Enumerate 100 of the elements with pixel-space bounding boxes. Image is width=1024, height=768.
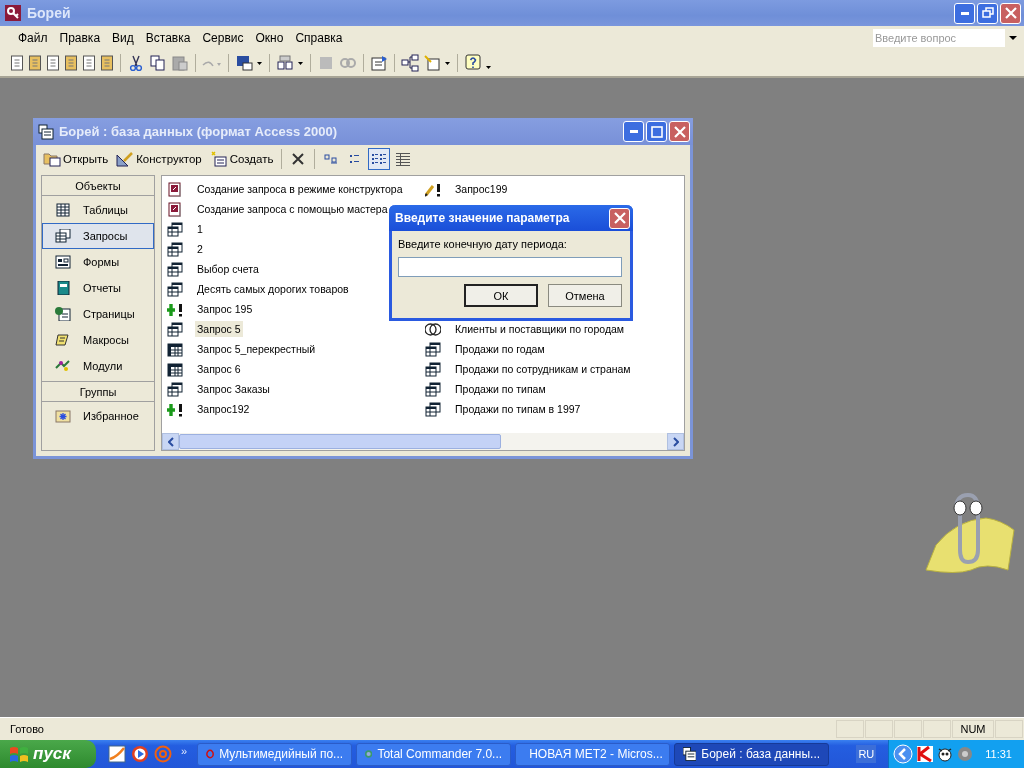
grid-icon (167, 361, 183, 377)
status-text: Готово (9, 723, 45, 735)
object-type-item[interactable]: Страницы (42, 301, 154, 327)
object-type-item[interactable]: Формы (42, 249, 154, 275)
menu-item[interactable]: Правка (53, 31, 107, 45)
create-button[interactable]: Создать (206, 149, 277, 169)
properties-icon[interactable] (370, 54, 388, 72)
query-item[interactable]: Продажи по годам (453, 341, 547, 357)
wizard-icon (167, 201, 183, 217)
menu-item[interactable]: Вид (106, 31, 140, 45)
close-button[interactable] (1000, 2, 1021, 24)
num-lock-indicator: NUM (952, 720, 994, 738)
object-type-item[interactable]: Отчеты (42, 275, 154, 301)
list-view-button[interactable] (368, 148, 391, 170)
database-icon (683, 747, 697, 761)
antivirus-icon[interactable] (917, 746, 934, 762)
section-header: Объекты (42, 176, 154, 196)
toolbar-icon[interactable] (46, 55, 60, 71)
object-type-item[interactable]: Макросы (42, 327, 154, 353)
query-item[interactable]: Создание запроса с помощью мастера (195, 201, 390, 217)
disc-icon (365, 747, 373, 761)
minimize-button[interactable] (623, 121, 644, 142)
query-item[interactable]: Продажи по типам (453, 381, 548, 397)
query-item[interactable]: Запрос Заказы (195, 381, 272, 397)
menu-item[interactable]: Сервис (196, 31, 250, 45)
query-item[interactable]: Клиенты и поставщики по городам (453, 321, 627, 337)
query-item[interactable]: Десять самых дорогих товаров (195, 281, 351, 297)
object-type-item[interactable]: Таблицы (42, 197, 154, 223)
toolbar-icon[interactable] (28, 55, 42, 71)
open-button[interactable]: Открыть (40, 149, 112, 169)
query-item[interactable]: Запрос 5_перекрестный (195, 341, 318, 357)
maximize-icon (650, 125, 663, 138)
wizard-icon (167, 181, 183, 197)
query-item[interactable]: Запрос 5 (195, 321, 243, 337)
dropdown-icon[interactable] (1009, 36, 1017, 40)
query-item[interactable]: Создание запроса в режиме конструктора (195, 181, 405, 197)
star-folder-icon (55, 409, 71, 423)
database-icon (38, 123, 54, 140)
ok-button[interactable]: ОК (464, 284, 538, 307)
menu-item[interactable]: Вставка (139, 31, 197, 45)
toolbar-icon[interactable] (10, 55, 24, 71)
query-item[interactable]: Продажи по типам в 1997 (453, 401, 583, 417)
menu-item[interactable]: Окно (249, 31, 290, 45)
help-icon[interactable] (464, 54, 492, 72)
chevron-icon[interactable] (893, 744, 914, 764)
help-search-field[interactable]: Введите вопрос (873, 29, 1005, 47)
object-type-item[interactable]: Избранное (42, 403, 154, 429)
query-item[interactable]: Запрос 195 (195, 301, 255, 317)
toolbar-icon[interactable] (100, 55, 114, 71)
chart-icon[interactable] (108, 745, 126, 763)
small-icons-icon (350, 155, 361, 163)
query-item[interactable]: Запрос199 (453, 181, 510, 197)
close-button[interactable] (609, 207, 630, 229)
query-item[interactable]: 2 (195, 241, 205, 257)
copy-icon[interactable] (149, 54, 167, 72)
cancel-button[interactable]: Отмена (548, 284, 622, 307)
minimize-icon (960, 11, 969, 15)
start-button[interactable]: пуск (0, 740, 96, 768)
object-type-item[interactable]: Запросы (42, 223, 154, 249)
media-player-icon[interactable] (131, 745, 149, 763)
new-item-icon (209, 151, 228, 167)
query-icon (167, 221, 183, 237)
cow-icon[interactable] (937, 746, 954, 762)
close-button[interactable] (669, 121, 690, 142)
analyze-icon[interactable] (276, 54, 304, 72)
maximize-button[interactable] (646, 121, 667, 142)
query-item[interactable]: Запрос192 (195, 401, 252, 417)
parameter-input[interactable] (398, 257, 622, 277)
office-links-icon[interactable] (235, 54, 263, 72)
toolbar-icon[interactable] (64, 55, 78, 71)
object-type-item[interactable]: Модули (42, 353, 154, 379)
scissors-icon[interactable] (127, 54, 145, 72)
taskbar-button[interactable]: Борей : база данны... (674, 742, 830, 766)
menu-item[interactable]: Справка (289, 31, 349, 45)
ruler-pencil-icon (116, 151, 135, 167)
toolbar-icon[interactable] (82, 55, 96, 71)
new-object-icon[interactable] (423, 54, 451, 72)
menu-item[interactable]: Файл (12, 31, 54, 45)
minimize-button[interactable] (954, 2, 975, 24)
module-icon (55, 359, 71, 373)
taskbar-button[interactable]: НОВАЯ МЕТ2 - Micros... (515, 742, 671, 766)
dialog-title: Введите значение параметра (395, 211, 571, 225)
query-icon (167, 321, 183, 337)
query-item[interactable]: Запрос 6 (195, 361, 243, 377)
query-item[interactable]: Продажи по сотрудникам и странам (453, 361, 633, 377)
query-icon (425, 401, 441, 417)
design-button[interactable]: Конструктор (113, 149, 205, 169)
plus-exclamation-icon (167, 401, 183, 417)
page-icon (55, 307, 71, 321)
taskbar-button[interactable]: Мультимедийный по... (197, 742, 353, 766)
relationships-icon[interactable] (401, 54, 419, 72)
language-indicator[interactable]: RU (856, 745, 877, 763)
restore-button[interactable] (977, 2, 998, 24)
minimize-icon (629, 130, 638, 133)
close-icon (673, 125, 686, 138)
query-item[interactable]: 1 (195, 221, 205, 237)
horizontal-scrollbar[interactable] (162, 433, 684, 450)
query-item[interactable]: Выбор счета (195, 261, 261, 277)
taskbar-button[interactable]: Total Commander 7.0... (356, 742, 512, 766)
more-button[interactable]: » (181, 745, 188, 757)
